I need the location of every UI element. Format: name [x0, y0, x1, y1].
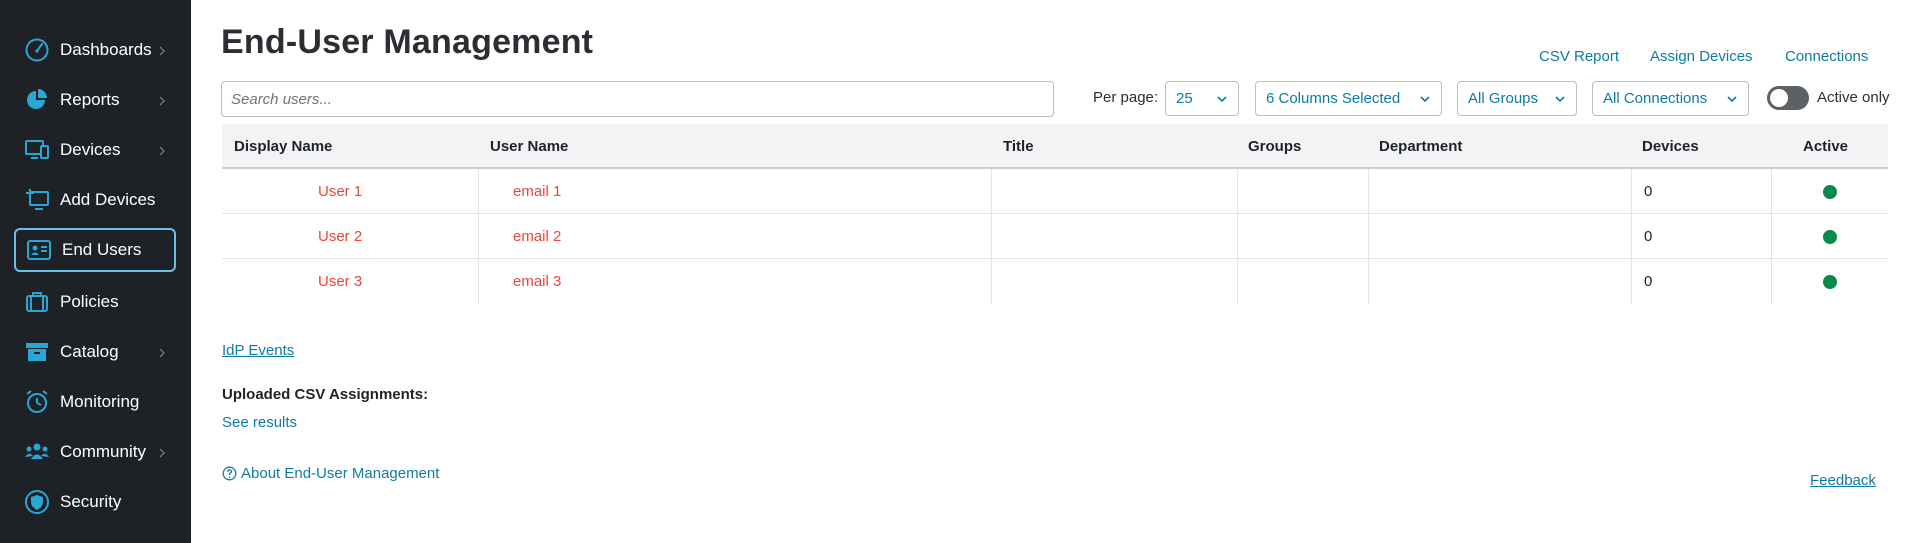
- feedback-link[interactable]: Feedback: [1810, 472, 1876, 489]
- column-header-user-name[interactable]: User Name: [490, 138, 568, 155]
- sidebar-item-security[interactable]: Security: [14, 480, 176, 524]
- connections-select-value: All Connections: [1603, 90, 1708, 107]
- sidebar-item-community[interactable]: Community: [14, 430, 176, 474]
- sidebar-item-reports[interactable]: Reports: [14, 78, 176, 122]
- groups-select-value: All Groups: [1468, 90, 1539, 107]
- csv-report-link[interactable]: CSV Report: [1539, 48, 1619, 65]
- user-name-cell[interactable]: email 3: [478, 259, 991, 304]
- active-cell: [1771, 259, 1888, 304]
- add-device-icon: [24, 187, 50, 213]
- connections-select[interactable]: All Connections: [1592, 81, 1749, 116]
- groups-select[interactable]: All Groups: [1457, 81, 1577, 116]
- user-name-cell[interactable]: email 1: [478, 169, 991, 214]
- title-cell: [991, 214, 1237, 259]
- sidebar-item-label: Catalog: [60, 342, 119, 361]
- table-row: User 3 email 3 0: [222, 259, 1888, 304]
- chevron-down-icon: [1419, 93, 1431, 105]
- sidebar-item-label: Reports: [60, 90, 120, 109]
- connections-link[interactable]: Connections: [1785, 48, 1868, 65]
- columns-select-value: 6 Columns Selected: [1266, 90, 1401, 107]
- active-cell: [1771, 169, 1888, 214]
- sidebar-item-monitoring[interactable]: Monitoring: [14, 380, 176, 424]
- archive-box-icon: [24, 339, 50, 365]
- title-cell: [991, 259, 1237, 304]
- display-name-cell[interactable]: User 3: [222, 259, 478, 304]
- groups-cell: [1237, 259, 1368, 304]
- column-header-title[interactable]: Title: [1003, 138, 1034, 155]
- title-cell: [991, 169, 1237, 214]
- user-name-cell[interactable]: email 2: [478, 214, 991, 259]
- table-header: Display Name User Name Title Groups Depa…: [222, 124, 1888, 169]
- column-header-groups[interactable]: Groups: [1248, 138, 1301, 155]
- chevron-down-icon: [1216, 93, 1228, 105]
- devices-cell: 0: [1631, 214, 1771, 259]
- per-page-select[interactable]: 25: [1165, 81, 1239, 116]
- chevron-right-icon: [156, 346, 168, 358]
- sidebar-item-dashboards[interactable]: Dashboards: [14, 28, 176, 72]
- sidebar-item-label: Devices: [60, 140, 121, 159]
- table-row: User 2 email 2 0: [222, 214, 1888, 259]
- devices-cell: 0: [1631, 169, 1771, 214]
- active-status-dot: [1823, 229, 1837, 244]
- sidebar-item-label: Community: [60, 442, 146, 461]
- sidebar-item-label: Dashboards: [60, 40, 152, 59]
- per-page-value: 25: [1176, 90, 1193, 107]
- help-circle-icon: [222, 466, 237, 481]
- active-status-dot: [1823, 274, 1837, 289]
- pie-chart-icon: [24, 87, 50, 113]
- active-cell: [1771, 214, 1888, 259]
- about-link[interactable]: About End-User Management: [222, 465, 439, 482]
- devices-cell: 0: [1631, 259, 1771, 304]
- chevron-right-icon: [156, 144, 168, 156]
- chevron-down-icon: [1554, 93, 1566, 105]
- sidebar-item-label: Add Devices: [60, 190, 156, 209]
- columns-select[interactable]: 6 Columns Selected: [1255, 81, 1442, 116]
- idp-events-link[interactable]: IdP Events: [222, 342, 294, 359]
- briefcase-icon: [24, 289, 50, 315]
- groups-cell: [1237, 169, 1368, 214]
- sidebar-item-end-users[interactable]: End Users: [14, 228, 176, 272]
- alarm-clock-icon: [24, 389, 50, 415]
- assign-devices-link[interactable]: Assign Devices: [1650, 48, 1753, 65]
- table-row: User 1 email 1 0: [222, 169, 1888, 214]
- sidebar: Dashboards Reports Devices Add Devices E…: [0, 0, 191, 543]
- chevron-right-icon: [156, 94, 168, 106]
- active-only-toggle[interactable]: [1767, 86, 1809, 110]
- sidebar-item-label: Security: [60, 492, 122, 511]
- column-header-department[interactable]: Department: [1379, 138, 1462, 155]
- search-input[interactable]: [221, 81, 1054, 117]
- groups-cell: [1237, 214, 1368, 259]
- department-cell: [1368, 259, 1631, 304]
- shield-icon: [24, 489, 50, 515]
- active-status-dot: [1823, 184, 1837, 199]
- id-card-icon: [26, 237, 52, 263]
- see-results-link[interactable]: See results: [222, 414, 297, 431]
- chevron-right-icon: [156, 44, 168, 56]
- sidebar-item-add-devices[interactable]: Add Devices: [14, 178, 176, 222]
- sidebar-item-label: Policies: [60, 292, 119, 311]
- per-page-label: Per page:: [1093, 89, 1159, 106]
- sidebar-item-devices[interactable]: Devices: [14, 128, 176, 172]
- page-title: End-User Management: [221, 23, 594, 61]
- column-header-devices[interactable]: Devices: [1642, 138, 1699, 155]
- column-header-active[interactable]: Active: [1803, 138, 1848, 155]
- display-name-cell[interactable]: User 2: [222, 214, 478, 259]
- people-icon: [24, 439, 50, 465]
- sidebar-item-policies[interactable]: Policies: [14, 280, 176, 324]
- display-name-cell[interactable]: User 1: [222, 169, 478, 214]
- sidebar-item-label: Monitoring: [60, 392, 140, 411]
- toggle-knob: [1770, 89, 1788, 107]
- column-header-display-name[interactable]: Display Name: [234, 138, 332, 155]
- sidebar-item-label: End Users: [62, 240, 142, 259]
- department-cell: [1368, 214, 1631, 259]
- active-only-label: Active only: [1817, 89, 1890, 106]
- chevron-right-icon: [156, 446, 168, 458]
- devices-icon: [24, 137, 50, 163]
- uploaded-csv-label: Uploaded CSV Assignments:: [222, 386, 429, 403]
- about-link-label: About End-User Management: [241, 465, 440, 482]
- chevron-down-icon: [1726, 93, 1738, 105]
- dashboard-gauge-icon: [24, 37, 50, 63]
- sidebar-item-catalog[interactable]: Catalog: [14, 330, 176, 374]
- department-cell: [1368, 169, 1631, 214]
